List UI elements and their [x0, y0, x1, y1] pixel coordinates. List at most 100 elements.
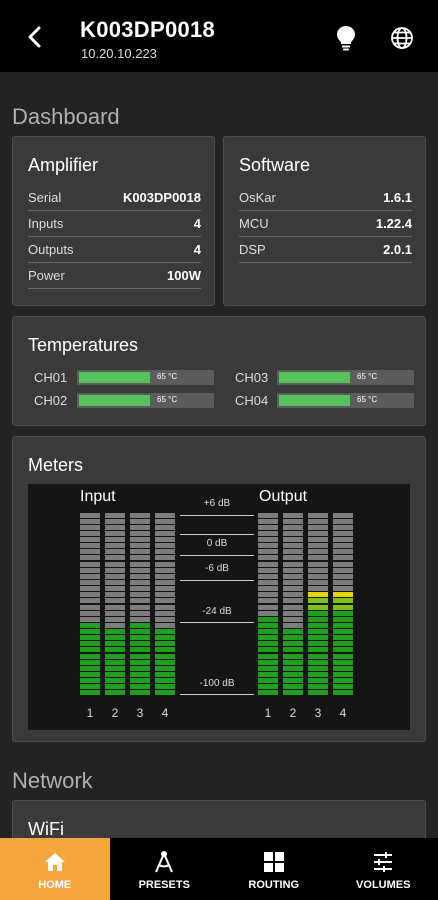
- meter-segment: [308, 647, 328, 653]
- meter-segment: [80, 616, 100, 622]
- meter-segment: [155, 610, 175, 616]
- meter-segment: [333, 598, 353, 604]
- meter-segment: [283, 555, 303, 561]
- meter-segment: [155, 586, 175, 592]
- meter-segment: [333, 653, 353, 659]
- meter-segment: [130, 635, 150, 641]
- meter-segment: [333, 659, 353, 665]
- meter-segment: [258, 586, 278, 592]
- amplifier-row-outputs: Outputs 4: [28, 237, 201, 263]
- meter-segment: [333, 690, 353, 696]
- meter-segment: [130, 653, 150, 659]
- input-channel-number: 2: [111, 706, 119, 720]
- temp-value: 65 °C: [157, 372, 178, 381]
- output-meters-label: Output: [259, 488, 308, 505]
- meter-segment: [130, 598, 150, 604]
- device-ip: 10.20.10.223: [81, 46, 157, 61]
- meter-segment: [283, 616, 303, 622]
- meter-segment: [155, 561, 175, 567]
- meter-segment: [333, 622, 353, 628]
- bottom-navigation: HOME PRESETS ROUTING VOLUMES: [0, 838, 438, 900]
- lightbulb-icon[interactable]: [334, 25, 358, 51]
- meter-segment: [283, 641, 303, 647]
- meter-segment: [105, 641, 125, 647]
- meter-segment: [155, 629, 175, 635]
- meter-segment: [308, 641, 328, 647]
- meter-segment: [308, 555, 328, 561]
- output-channel-number: 3: [314, 706, 322, 720]
- kv-key: Outputs: [28, 242, 74, 257]
- meter-segment: [105, 512, 125, 518]
- temp-fill: [279, 395, 351, 406]
- meter-segment: [105, 561, 125, 567]
- temp-fill: [279, 372, 351, 383]
- temp-label-ch03: CH03: [235, 370, 269, 385]
- meter-segment: [258, 616, 278, 622]
- meter-segment: [308, 671, 328, 677]
- meter-segment: [308, 684, 328, 690]
- meter-segment: [80, 622, 100, 628]
- meter-segment: [155, 524, 175, 530]
- meters-title: Meters: [28, 455, 84, 475]
- nav-routing[interactable]: ROUTING: [219, 838, 329, 900]
- meter-segment: [283, 598, 303, 604]
- nav-presets[interactable]: PRESETS: [110, 838, 220, 900]
- meter-segment: [155, 690, 175, 696]
- meter-segment: [130, 512, 150, 518]
- meter-segment: [80, 586, 100, 592]
- kv-value: K003DP0018: [122, 190, 201, 205]
- meter-segment: [333, 518, 353, 524]
- meter-segment: [258, 530, 278, 536]
- meter-segment: [80, 604, 100, 610]
- meter-segment: [130, 684, 150, 690]
- nav-volumes[interactable]: VOLUMES: [329, 838, 438, 900]
- meter-segment: [333, 671, 353, 677]
- meter-segment: [80, 647, 100, 653]
- meter-segment: [105, 530, 125, 536]
- meter-segment: [333, 616, 353, 622]
- nav-home[interactable]: HOME: [0, 838, 110, 900]
- meter-segment: [333, 641, 353, 647]
- meter-segment: [283, 635, 303, 641]
- meter-segment: [105, 647, 125, 653]
- meter-segment: [258, 543, 278, 549]
- meter-segment: [105, 684, 125, 690]
- meter-segment: [258, 641, 278, 647]
- kv-value: 4: [193, 216, 201, 231]
- meter-segment: [333, 579, 353, 585]
- meter-segment: [308, 610, 328, 616]
- meter-segment: [308, 530, 328, 536]
- meter-segment: [155, 573, 175, 579]
- nav-label: ROUTING: [248, 879, 300, 891]
- meter-segment: [155, 678, 175, 684]
- meter-segment: [155, 530, 175, 536]
- input-meter-2: [105, 512, 125, 696]
- meter-segment: [105, 610, 125, 616]
- meter-segment: [105, 555, 125, 561]
- meter-segment: [130, 524, 150, 530]
- back-arrow-icon[interactable]: [22, 24, 48, 50]
- amplifier-card: Amplifier Serial K003DP0018 Inputs 4 Out…: [12, 136, 215, 306]
- meter-segment: [258, 635, 278, 641]
- meter-segment: [80, 635, 100, 641]
- meter-segment: [308, 622, 328, 628]
- meter-segment: [308, 561, 328, 567]
- top-app-bar: K003DP0018 10.20.10.223: [0, 0, 438, 72]
- kv-key: Inputs: [28, 216, 64, 231]
- scale-label-minus24: -24 dB: [202, 606, 232, 617]
- globe-icon[interactable]: [390, 26, 414, 50]
- meter-segment: [130, 567, 150, 573]
- meter-segment: [130, 610, 150, 616]
- grid-icon: [263, 852, 284, 872]
- meter-segment: [80, 512, 100, 518]
- software-row-mcu: MCU 1.22.4: [239, 211, 412, 237]
- meter-segment: [80, 659, 100, 665]
- meter-segment: [333, 592, 353, 598]
- meter-segment: [80, 592, 100, 598]
- meter-segment: [283, 549, 303, 555]
- meter-segment: [130, 659, 150, 665]
- meter-segment: [258, 653, 278, 659]
- kv-value: 2.0.1: [383, 242, 412, 257]
- meter-segment: [130, 537, 150, 543]
- meter-segment: [333, 567, 353, 573]
